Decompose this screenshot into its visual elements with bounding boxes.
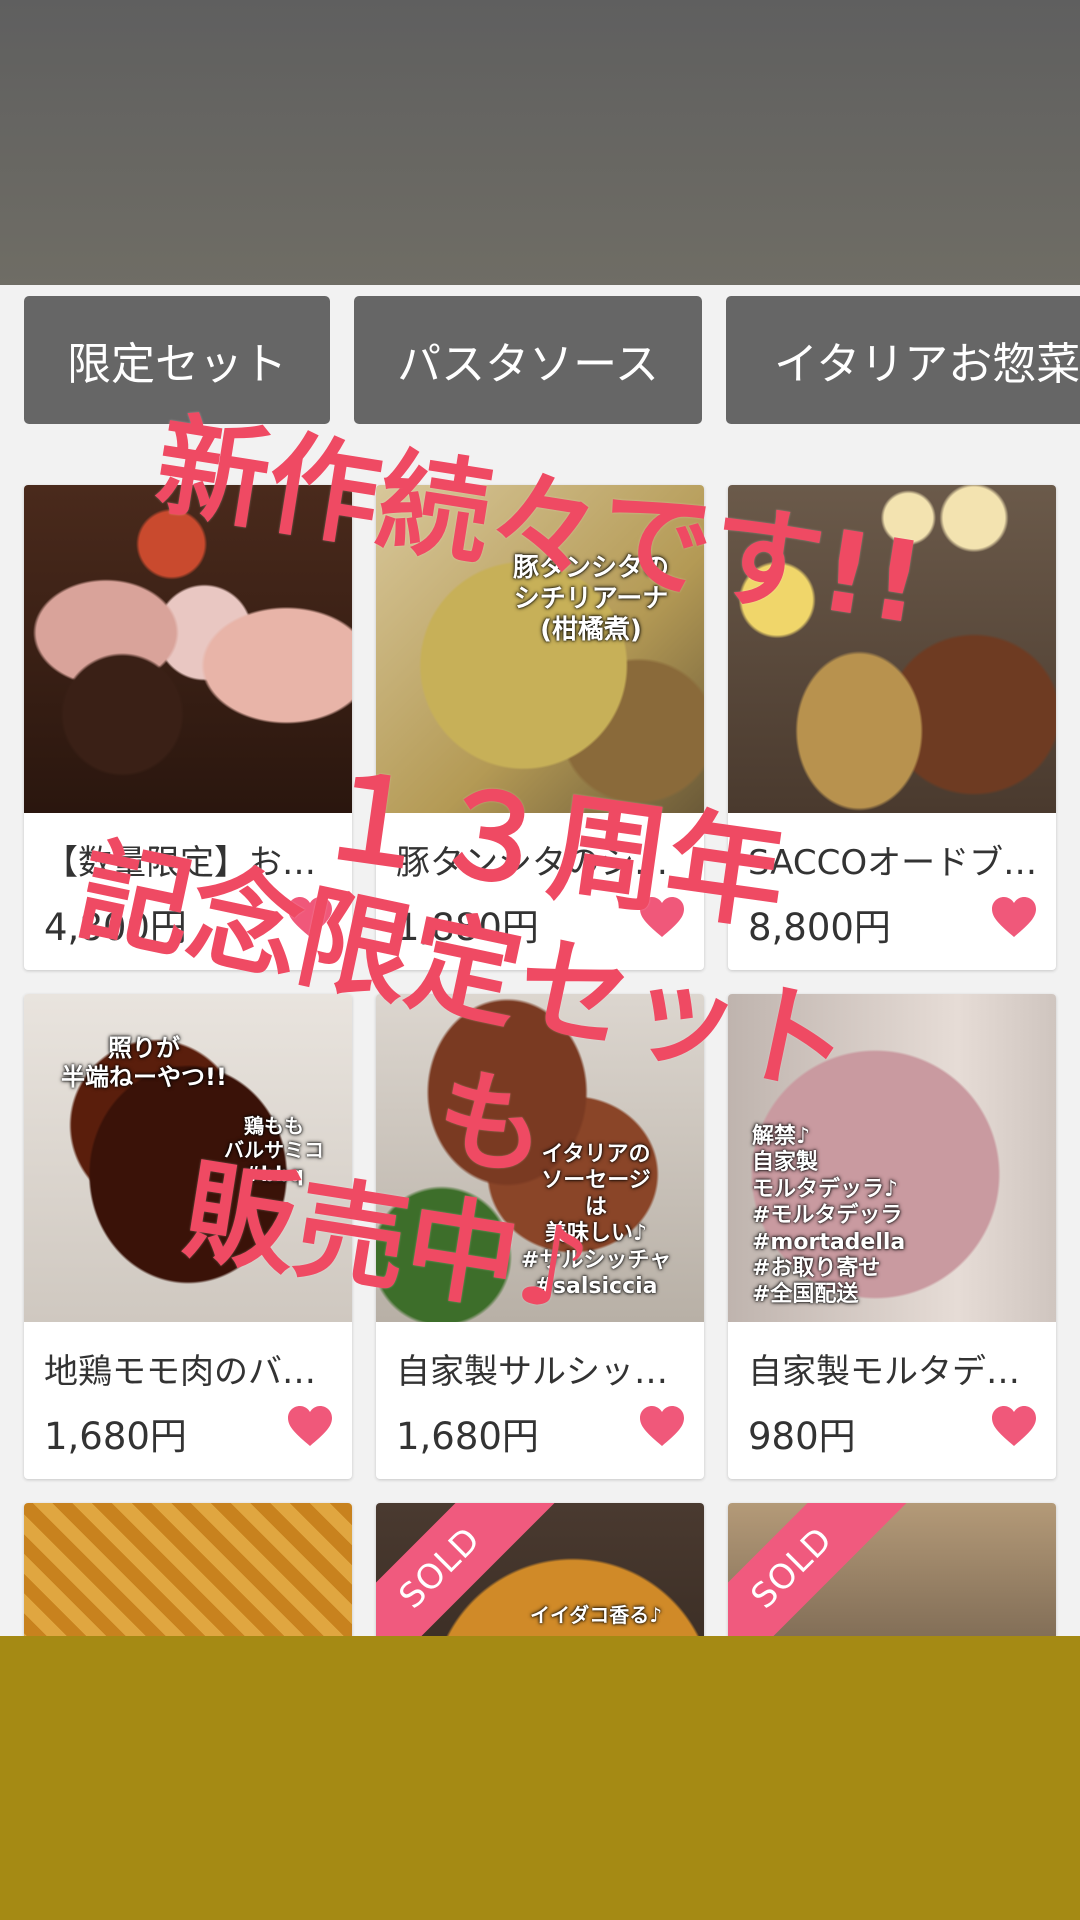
product-image: 豚タンシタの シチリアーナ (柑橘煮) bbox=[376, 485, 704, 813]
product-price: 1,880円 bbox=[396, 906, 539, 949]
heart-icon[interactable] bbox=[286, 1404, 334, 1448]
heart-icon[interactable] bbox=[638, 895, 686, 939]
image-caption: イタリアの ソーセージは美味しい♪ #サルシッチャ #salsiccia bbox=[520, 1142, 672, 1299]
product-card[interactable]: 解禁♪ 自家製 モルタデッラ♪ #モルタデッラ #mortadella #お取り寄せ #全国… bbox=[728, 994, 1056, 1479]
image-caption: イイダコ香る♪ bbox=[530, 1603, 662, 1627]
heart-icon[interactable] bbox=[286, 895, 334, 939]
product-card[interactable]: SOLD bbox=[728, 1503, 1056, 1636]
product-card[interactable]: 照りが 半端ねーやつ!! 鶏もも バルサミコ #bbq 地鶏モモ肉のバ… 1,680円 bbox=[24, 994, 352, 1479]
product-title: 【数量限定】お… bbox=[44, 843, 316, 883]
product-image bbox=[728, 485, 1056, 813]
product-price: 980円 bbox=[748, 1415, 856, 1458]
image-caption: 豚タンシタの シチリアーナ (柑橘煮) bbox=[512, 553, 669, 646]
product-card[interactable] bbox=[24, 1503, 352, 1636]
product-image bbox=[24, 485, 352, 813]
product-title: 自家製サルシッ… bbox=[396, 1352, 668, 1392]
tab-pasta-sauce[interactable]: パスタソース bbox=[354, 296, 702, 424]
product-title: 自家製モルタデ… bbox=[748, 1352, 1020, 1392]
image-subcaption: 鶏もも バルサミコ #bbq bbox=[224, 1114, 324, 1186]
product-image: 照りが 半端ねーやつ!! 鶏もも バルサミコ #bbq bbox=[24, 994, 352, 1322]
shop-content: 限定セット パスタソース イタリアお惣菜 【数量限定】お… 4,800円 豚タン… bbox=[0, 285, 1080, 1636]
product-title: 地鶏モモ肉のバ… bbox=[44, 1352, 316, 1392]
image-caption: 解禁♪ 自家製 モルタデッラ♪ #モルタデッラ #mortadella #お取り寄せ #全国… bbox=[752, 1124, 906, 1308]
heart-icon[interactable] bbox=[638, 1404, 686, 1448]
product-card[interactable]: 豚タンシタの シチリアーナ (柑橘煮) 豚タンシタのシ… 1,880円 bbox=[376, 485, 704, 970]
product-price: 1,680円 bbox=[396, 1415, 539, 1458]
tab-limited-set[interactable]: 限定セット bbox=[24, 296, 330, 424]
bottom-video-band bbox=[0, 1636, 1080, 1920]
product-image bbox=[24, 1503, 352, 1636]
product-card[interactable]: 【数量限定】お… 4,800円 bbox=[24, 485, 352, 970]
product-card[interactable]: SACCOオードブ… 8,800円 bbox=[728, 485, 1056, 970]
tab-italian-deli[interactable]: イタリアお惣菜 bbox=[726, 296, 1080, 424]
product-price: 1,680円 bbox=[44, 1415, 187, 1458]
heart-icon[interactable] bbox=[990, 1404, 1038, 1448]
product-price: 4,800円 bbox=[44, 906, 187, 949]
category-tabs: 限定セット パスタソース イタリアお惣菜 bbox=[0, 296, 1080, 424]
heart-icon[interactable] bbox=[990, 895, 1038, 939]
product-title: SACCOオードブ… bbox=[748, 843, 1038, 883]
top-video-band bbox=[0, 0, 1080, 285]
image-caption: 照りが 半端ねーやつ!! bbox=[61, 1034, 227, 1091]
product-image: イタリアの ソーセージは美味しい♪ #サルシッチャ #salsiccia bbox=[376, 994, 704, 1322]
product-card[interactable]: イイダコ香る♪ SOLD bbox=[376, 1503, 704, 1636]
product-image: 解禁♪ 自家製 モルタデッラ♪ #モルタデッラ #mortadella #お取り寄せ #全国… bbox=[728, 994, 1056, 1322]
product-card[interactable]: イタリアの ソーセージは美味しい♪ #サルシッチャ #salsiccia 自家製サルシ… bbox=[376, 994, 704, 1479]
product-title: 豚タンシタのシ… bbox=[396, 843, 668, 883]
product-price: 8,800円 bbox=[748, 906, 891, 949]
